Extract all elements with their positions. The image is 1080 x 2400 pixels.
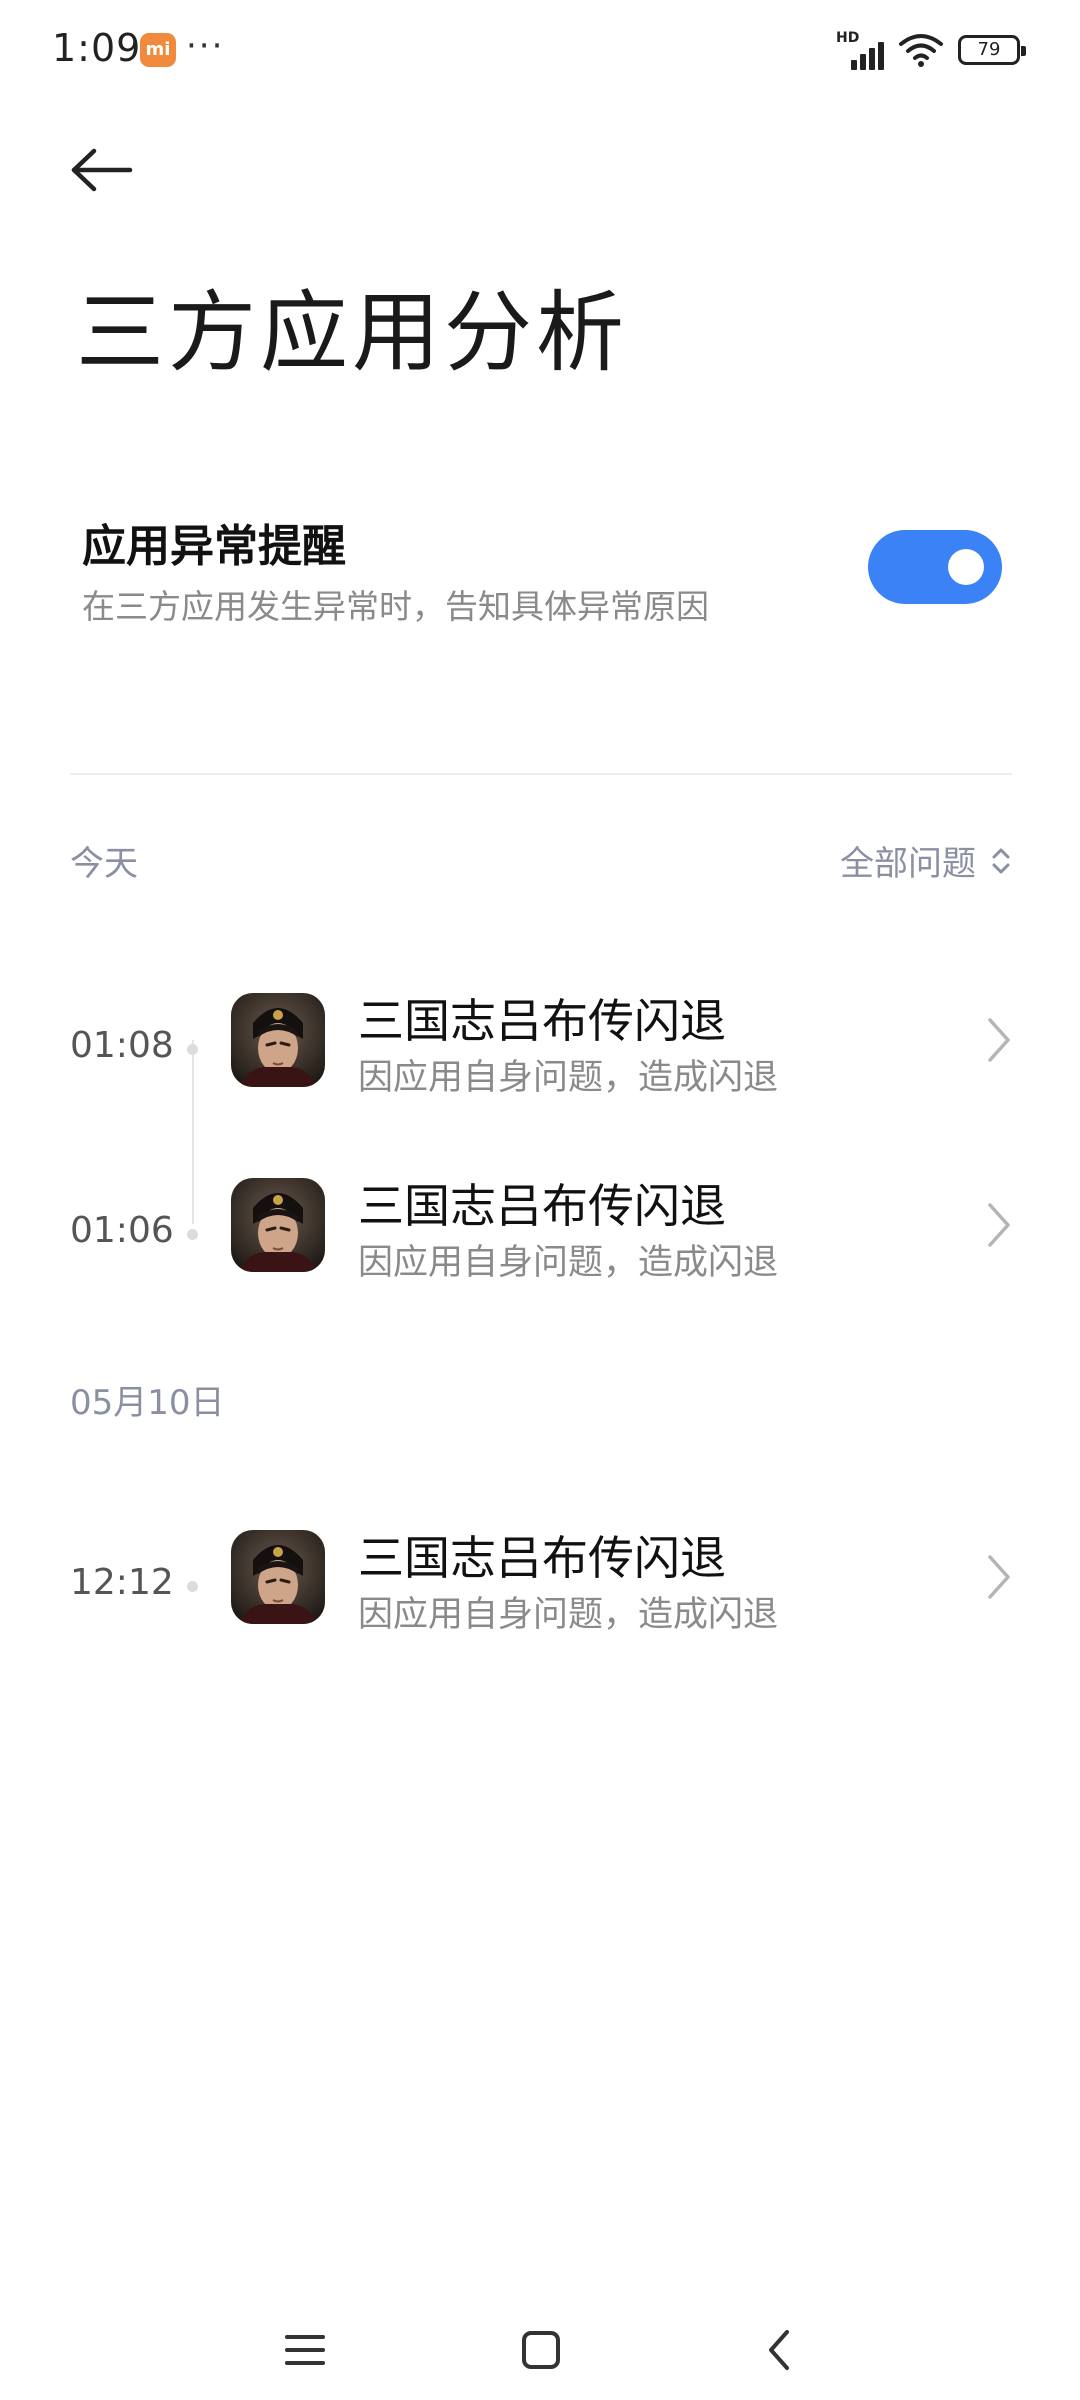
navigation-bar xyxy=(0,2300,1080,2400)
item-subtitle: 因应用自身问题，造成闪退 xyxy=(358,1243,779,1283)
back-arrow-icon xyxy=(71,148,133,192)
chevron-right-icon xyxy=(988,1555,1010,1599)
nav-home-button[interactable] xyxy=(506,2320,576,2380)
app-icon xyxy=(231,1530,325,1624)
back-button[interactable] xyxy=(70,140,140,200)
item-title: 三国志吕布传闪退 xyxy=(358,1179,726,1233)
list-item[interactable]: 12:12 三国志吕布传闪退 因应用自身问题，造成闪退 xyxy=(0,1530,1080,1640)
status-time: 1:09 xyxy=(52,26,142,70)
more-notifications-icon: ··· xyxy=(186,26,225,66)
setting-description: 在三方应用发生异常时，告知具体异常原因 xyxy=(82,587,709,626)
item-time: 01:08 xyxy=(70,1025,174,1066)
item-subtitle: 因应用自身问题，造成闪退 xyxy=(358,1595,779,1635)
alert-toggle-switch[interactable] xyxy=(868,530,1002,604)
filter-label: 全部问题 xyxy=(840,844,976,884)
timeline-dot xyxy=(187,1229,198,1240)
status-bar: 1:09 mi ··· HD 79 xyxy=(0,0,1080,100)
wifi-icon xyxy=(899,34,943,67)
mi-notification-icon: mi xyxy=(140,33,176,67)
page-title: 三方应用分析 xyxy=(76,281,629,384)
timeline-dot xyxy=(187,1581,198,1592)
home-square-icon xyxy=(522,2331,560,2369)
sort-updown-icon xyxy=(992,848,1010,873)
chevron-right-icon xyxy=(988,1203,1010,1247)
app-page: 1:09 mi ··· HD 79 三方应用分析 应用异常提醒 在三方应用发生异… xyxy=(0,0,1080,2400)
item-subtitle: 因应用自身问题，造成闪退 xyxy=(358,1058,779,1098)
nav-menu-button[interactable] xyxy=(270,2320,340,2380)
battery-icon: 79 xyxy=(958,35,1026,65)
item-title: 三国志吕布传闪退 xyxy=(358,994,726,1048)
section-label-date: 05月10日 xyxy=(70,1383,225,1423)
item-title: 三国志吕布传闪退 xyxy=(358,1531,726,1585)
back-chevron-icon xyxy=(769,2330,789,2370)
list-item[interactable]: 01:08 三国志吕布传闪退 因应用自身问题，造成闪退 xyxy=(0,993,1080,1103)
signal-icon: HD xyxy=(836,30,884,70)
list-item[interactable]: 01:06 三国志吕布传闪退 因应用自身问题，造成闪退 xyxy=(0,1178,1080,1288)
app-icon xyxy=(231,993,325,1087)
divider xyxy=(70,773,1012,775)
filter-dropdown-button[interactable]: 全部问题 xyxy=(840,836,1012,885)
menu-icon xyxy=(285,2335,325,2365)
status-icons: HD 79 xyxy=(836,28,1026,72)
toggle-knob xyxy=(948,549,984,585)
app-icon xyxy=(231,1178,325,1272)
setting-title: 应用异常提醒 xyxy=(82,521,346,572)
item-time: 12:12 xyxy=(70,1562,174,1603)
abnormal-alert-setting[interactable]: 应用异常提醒 在三方应用发生异常时，告知具体异常原因 xyxy=(0,500,1080,640)
section-label-today: 今天 xyxy=(70,844,138,884)
nav-back-button[interactable] xyxy=(744,2320,814,2380)
timeline-dot xyxy=(187,1044,198,1055)
chevron-right-icon xyxy=(988,1018,1010,1062)
item-time: 01:06 xyxy=(70,1210,174,1251)
